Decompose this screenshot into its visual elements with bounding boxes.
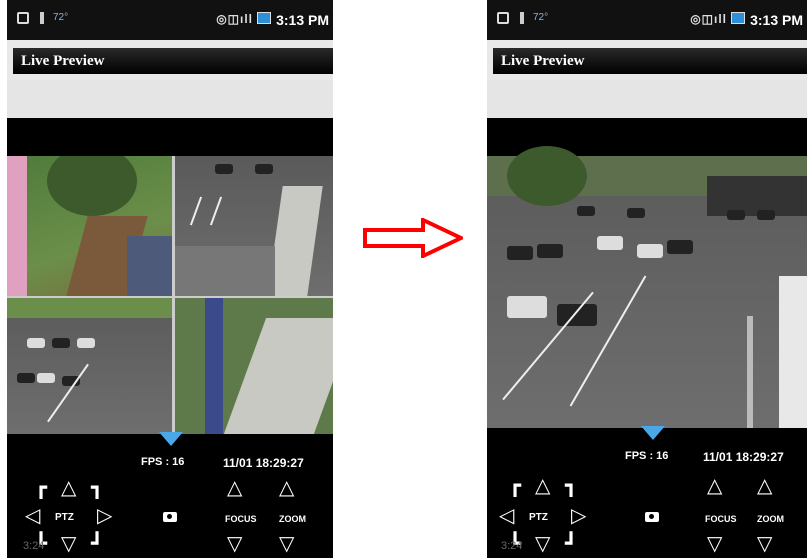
zoom-label: ZOOM — [279, 514, 306, 524]
camera-tile-3[interactable] — [7, 298, 172, 434]
ptz-down-button[interactable]: ▽ — [535, 534, 550, 554]
ptz-up-left-button[interactable]: ┏ — [35, 478, 47, 498]
temperature: 72° — [53, 12, 69, 23]
grid-divider — [7, 296, 333, 298]
ptz-label: PTZ — [529, 512, 548, 523]
timestamp: 11/01 18:29:27 — [703, 450, 784, 464]
tab-arrow-icon[interactable] — [641, 426, 665, 440]
ptz-right-button[interactable]: ▷ — [97, 506, 112, 526]
camera-fullscreen[interactable] — [487, 146, 807, 428]
camera-tile-4[interactable] — [175, 298, 333, 434]
battery-icon — [731, 12, 745, 24]
status-bar: 72° ◎◫ıll 3:13 PM — [487, 0, 807, 40]
camera-tile-1[interactable] — [7, 156, 172, 296]
grid-divider — [172, 156, 175, 434]
home-icon — [17, 12, 29, 24]
focus-out-button[interactable]: ▽ — [707, 534, 722, 554]
tab-arrow-icon[interactable] — [159, 432, 183, 446]
status-bar: 72° ◎◫ıll 3:13 PM — [7, 0, 333, 40]
focus-in-button[interactable]: △ — [227, 478, 242, 498]
clock: 3:13 PM — [276, 12, 329, 28]
page-title: Live Preview — [493, 48, 807, 74]
zoom-label: ZOOM — [757, 514, 784, 524]
ptz-label: PTZ — [55, 512, 74, 523]
ptz-right-button[interactable]: ▷ — [571, 506, 586, 526]
ptz-control-panel: FPS : 16 11/01 18:29:27 ┏ △ ┓ ◁ PTZ ▷ ┗ … — [487, 426, 807, 558]
zoom-out-button[interactable]: ▽ — [757, 534, 772, 554]
ptz-up-right-button[interactable]: ┓ — [91, 478, 103, 498]
ptz-up-right-button[interactable]: ┓ — [565, 476, 577, 496]
camera-grid[interactable] — [7, 156, 333, 434]
home-icon — [497, 12, 509, 24]
focus-label: FOCUS — [225, 514, 257, 524]
watermark: 3:24 — [501, 540, 523, 552]
toolbar-strip — [487, 80, 807, 118]
signal-icon: ◎◫ıll — [216, 12, 253, 26]
ptz-up-button[interactable]: △ — [61, 478, 76, 498]
ptz-down-button[interactable]: ▽ — [61, 534, 76, 554]
title-bar: Live Preview — [487, 40, 807, 80]
signal-icon: ◎◫ıll — [690, 12, 727, 26]
zoom-in-button[interactable]: △ — [757, 476, 772, 496]
clock: 3:13 PM — [750, 12, 803, 28]
toolbar-strip — [7, 80, 333, 118]
toolbar-strip-dark — [7, 118, 333, 156]
ptz-up-left-button[interactable]: ┏ — [509, 476, 521, 496]
ptz-up-button[interactable]: △ — [535, 476, 550, 496]
transition-arrow-icon — [363, 218, 463, 258]
battery-icon — [257, 12, 271, 24]
focus-label: FOCUS — [705, 514, 737, 524]
usb-icon — [517, 12, 527, 24]
camera-icon[interactable] — [163, 512, 177, 522]
focus-out-button[interactable]: ▽ — [227, 534, 242, 554]
timestamp: 11/01 18:29:27 — [223, 456, 304, 470]
watermark: 3:24 — [23, 540, 45, 552]
fps-readout: FPS : 16 — [625, 450, 669, 462]
zoom-out-button[interactable]: ▽ — [279, 534, 294, 554]
camera-tile-2[interactable] — [175, 156, 333, 296]
fps-readout: FPS : 16 — [141, 456, 185, 468]
phone-single-view: 72° ◎◫ıll 3:13 PM Live Preview FPS : 16 … — [487, 0, 807, 558]
title-bar: Live Preview — [7, 40, 333, 80]
zoom-in-button[interactable]: △ — [279, 478, 294, 498]
ptz-control-panel: FPS : 16 11/01 18:29:27 ┏ △ ┓ ◁ PTZ ▷ ┗ … — [7, 432, 333, 558]
ptz-left-button[interactable]: ◁ — [25, 506, 40, 526]
phone-grid-view: 72° ◎◫ıll 3:13 PM Live Preview FPS: 16 … — [7, 0, 333, 558]
page-title: Live Preview — [13, 48, 333, 74]
ptz-down-right-button[interactable]: ┛ — [91, 534, 103, 554]
ptz-left-button[interactable]: ◁ — [499, 506, 514, 526]
usb-icon — [37, 12, 47, 24]
focus-in-button[interactable]: △ — [707, 476, 722, 496]
ptz-down-right-button[interactable]: ┛ — [565, 534, 577, 554]
temperature: 72° — [533, 12, 549, 23]
camera-icon[interactable] — [645, 512, 659, 522]
